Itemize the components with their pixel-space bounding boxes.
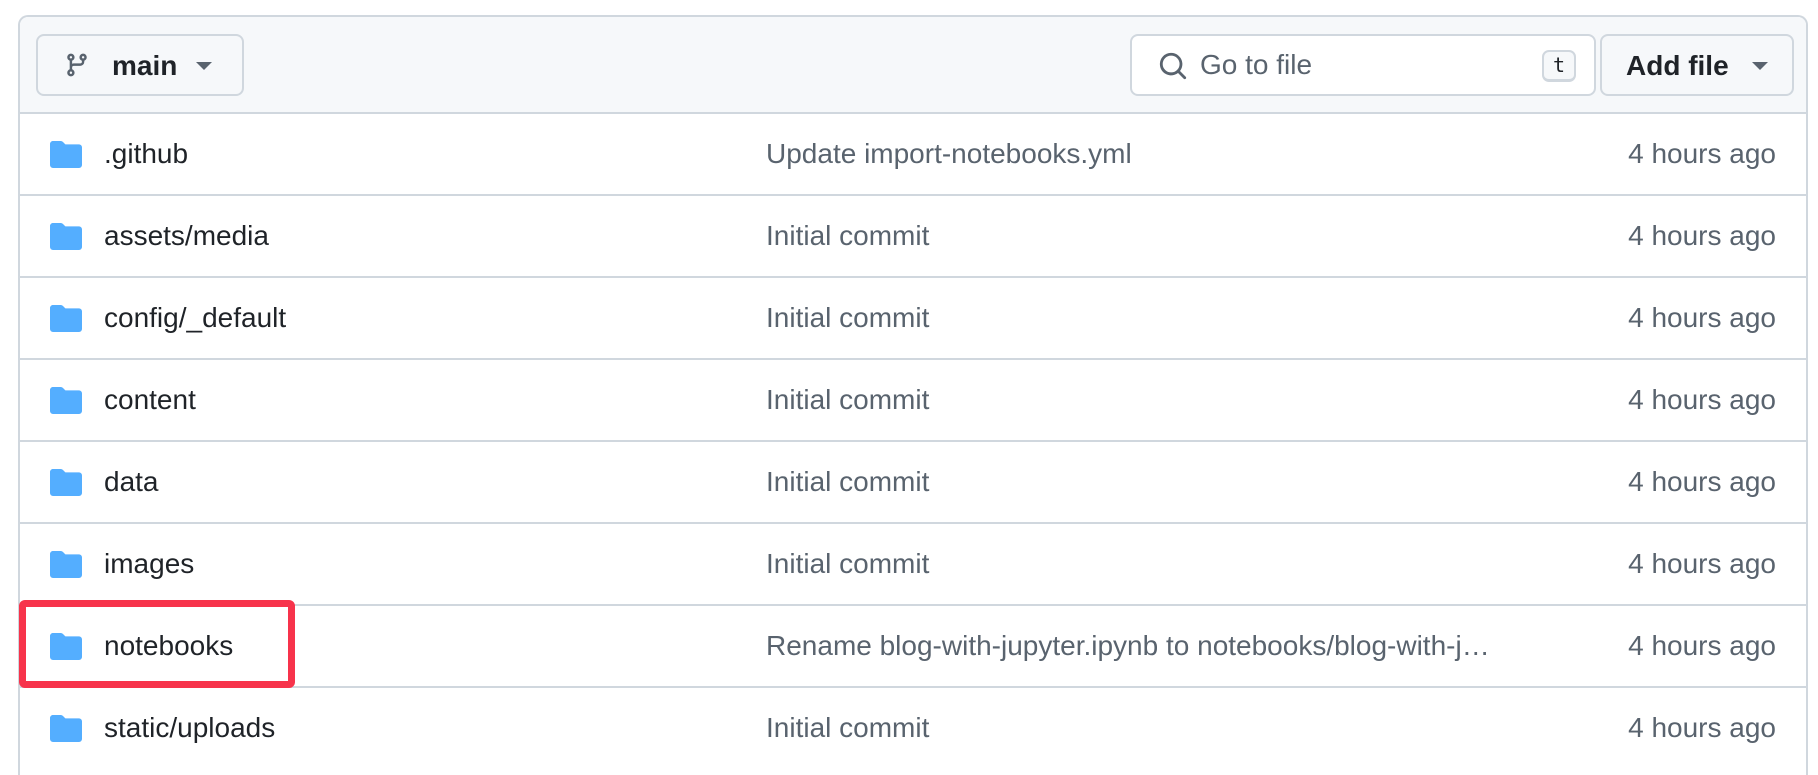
go-to-file-input[interactable] — [1200, 46, 1520, 84]
commit-age: 4 hours ago — [1628, 220, 1776, 251]
branch-label: main — [112, 50, 178, 81]
folder-name-link[interactable]: config/_default — [104, 302, 286, 334]
folder-icon — [50, 387, 82, 414]
git-branch-icon — [67, 53, 87, 77]
search-icon — [1159, 52, 1187, 80]
folder-icon — [50, 223, 82, 250]
file-row[interactable]: config/_default Initial commit 4 hours a… — [20, 278, 1806, 360]
commit-message-link[interactable]: Initial commit — [766, 466, 1536, 498]
commit-message-link[interactable]: Initial commit — [766, 384, 1536, 416]
folder-name-link[interactable]: content — [104, 384, 196, 416]
folder-name-link[interactable]: assets/media — [104, 220, 269, 252]
file-row[interactable]: content Initial commit 4 hours ago — [20, 360, 1806, 442]
keyboard-shortcut-hint: t — [1542, 50, 1576, 82]
file-toolbar: main t Add file — [20, 17, 1806, 114]
go-to-file-search[interactable]: t — [1130, 34, 1596, 96]
file-row[interactable]: notebooks Rename blog-with-jupyter.ipynb… — [20, 606, 1806, 688]
commit-age: 4 hours ago — [1628, 302, 1776, 333]
folder-icon — [50, 305, 82, 332]
file-row[interactable]: images Initial commit 4 hours ago — [20, 524, 1806, 606]
branch-selector-button[interactable]: main — [36, 34, 244, 96]
commit-message-link[interactable]: Initial commit — [766, 548, 1536, 580]
folder-icon — [50, 715, 82, 742]
commit-age: 4 hours ago — [1628, 138, 1776, 169]
folder-name-link[interactable]: images — [104, 548, 194, 580]
folder-icon — [50, 551, 82, 578]
commit-message-link[interactable]: Initial commit — [766, 712, 1536, 744]
file-row[interactable]: data Initial commit 4 hours ago — [20, 442, 1806, 524]
add-file-button[interactable]: Add file — [1600, 34, 1794, 96]
commit-age: 4 hours ago — [1628, 712, 1776, 743]
file-row[interactable]: static/uploads Initial commit 4 hours ag… — [20, 688, 1806, 770]
commit-age: 4 hours ago — [1628, 548, 1776, 579]
add-file-label: Add file — [1626, 50, 1729, 81]
chevron-down-icon — [1752, 62, 1768, 70]
commit-message-link[interactable]: Initial commit — [766, 302, 1536, 334]
chevron-down-icon — [196, 62, 212, 70]
folder-name-link[interactable]: data — [104, 466, 159, 498]
folder-name-link[interactable]: .github — [104, 138, 188, 170]
commit-message-link[interactable]: Initial commit — [766, 220, 1536, 252]
commit-message-link[interactable]: Rename blog-with-jupyter.ipynb to notebo… — [766, 630, 1536, 662]
folder-name-link[interactable]: notebooks — [104, 630, 233, 662]
commit-age: 4 hours ago — [1628, 630, 1776, 661]
folder-icon — [50, 469, 82, 496]
folder-name-link[interactable]: static/uploads — [104, 712, 275, 744]
file-browser-panel: main t Add file .github Update import-no… — [18, 15, 1808, 775]
commit-age: 4 hours ago — [1628, 466, 1776, 497]
folder-icon — [50, 141, 82, 168]
commit-message-link[interactable]: Update import-notebooks.yml — [766, 138, 1536, 170]
commit-age: 4 hours ago — [1628, 384, 1776, 415]
file-list: .github Update import-notebooks.yml 4 ho… — [20, 114, 1806, 770]
folder-icon — [50, 633, 82, 660]
file-row[interactable]: .github Update import-notebooks.yml 4 ho… — [20, 114, 1806, 196]
file-row[interactable]: assets/media Initial commit 4 hours ago — [20, 196, 1806, 278]
